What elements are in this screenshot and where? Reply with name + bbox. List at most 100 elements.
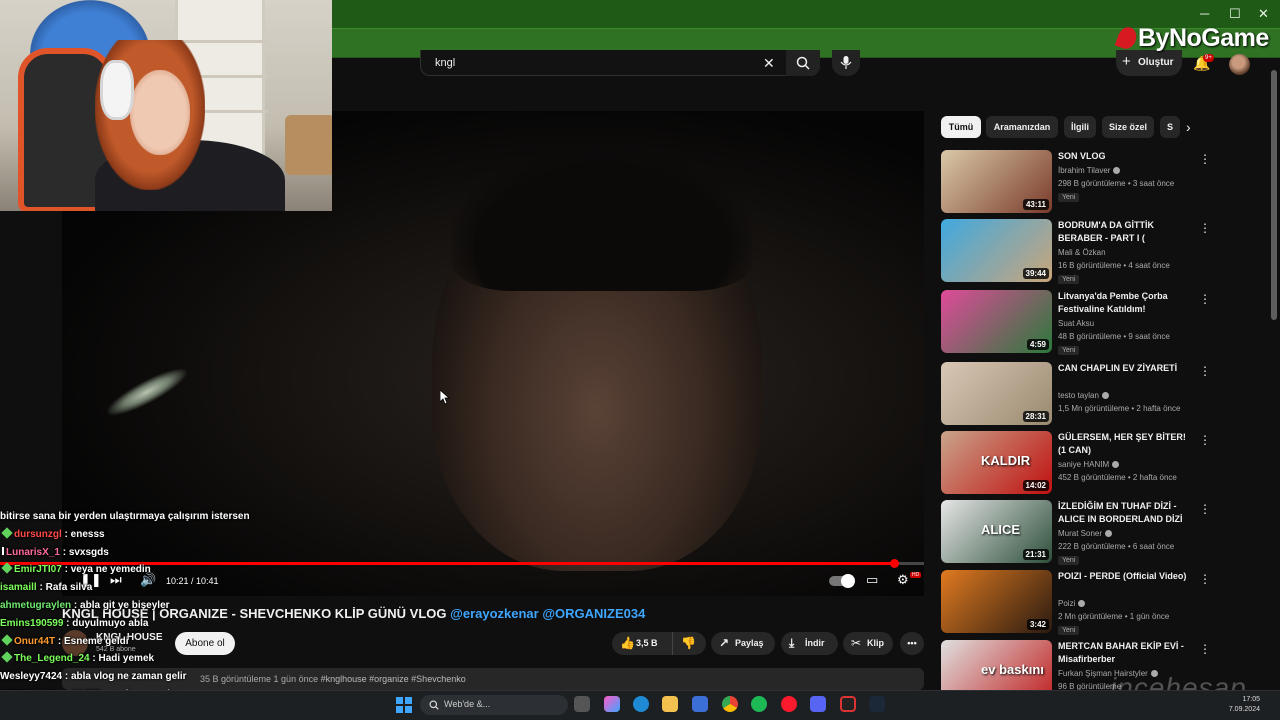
recommended-video-title[interactable]: Litvanya'da Pembe Çorba Festivaline Katı… — [1058, 290, 1190, 316]
recommended-video-channel[interactable]: İbrahim Tilaver — [1058, 166, 1121, 175]
windows-start-icon[interactable] — [396, 697, 412, 713]
copilot-icon[interactable] — [604, 696, 620, 712]
taskbar-clock[interactable]: 17:05 7.09.2024 — [1216, 695, 1260, 715]
chat-username: The_Legend_24 — [14, 653, 90, 665]
chat-username: LunarisX_1 — [6, 546, 60, 558]
recommended-video-channel[interactable]: Suat Aksu — [1058, 319, 1094, 328]
recommended-video[interactable]: ALICE 21:31 İZLEDİĞİM EN TUHAF DİZİ - ALIC… — [941, 500, 1241, 565]
recommended-video-meta: 1,5 Mn görüntüleme • 2 hafta önce — [1058, 404, 1181, 413]
task-view-icon[interactable] — [574, 696, 590, 712]
recommended-video-channel[interactable]: Mali & Özkan — [1058, 248, 1106, 257]
video-thumbnail[interactable]: ALICE 21:31 — [941, 500, 1052, 563]
edge-icon[interactable] — [633, 696, 649, 712]
opera-icon[interactable] — [781, 696, 797, 712]
verified-check-icon — [1112, 461, 1120, 468]
channel-name-text: testo taylan — [1058, 391, 1099, 400]
chat-message: bitirse sana bir yerden ulaştırmaya çalı… — [0, 508, 420, 526]
more-vert-icon[interactable]: ⋮ — [1199, 642, 1211, 656]
recommended-video-title[interactable]: MERTCAN BAHAR EKİP EVİ - Misafirberber — [1058, 640, 1190, 666]
filter-chip[interactable]: Tümü — [941, 116, 981, 138]
video-thumbnail[interactable]: 3:42 — [941, 570, 1052, 633]
recommended-video-title[interactable]: SON VLOG — [1058, 150, 1190, 163]
spotify-icon[interactable] — [751, 696, 767, 712]
download-button[interactable]: ⤓ İndir — [781, 632, 838, 655]
recommended-video[interactable]: 28:31 CAN CHAPLIN EV ZİYARETİ testo taylan… — [941, 362, 1241, 426]
thumbs-up-icon: 👍 — [620, 636, 635, 650]
chat-text: Hadi yemek — [98, 653, 155, 665]
clear-search-icon[interactable]: ✕ — [763, 56, 775, 70]
channel-name-text: Poizi — [1058, 599, 1076, 608]
voice-search-button[interactable] — [832, 50, 860, 76]
chat-message: Onur44T : Esneme geldi — [0, 633, 420, 651]
dislike-button[interactable]: 👎 — [672, 632, 706, 655]
filter-chip[interactable]: S — [1160, 116, 1180, 138]
recommended-video[interactable]: KALDIR 14:02 GÜLERSEM, HER ŞEY BİTER! (1 C… — [941, 431, 1241, 495]
webcam-overlay — [0, 0, 332, 211]
more-icon: ••• — [907, 638, 917, 648]
recommended-video-channel[interactable]: Murat Soner — [1058, 529, 1113, 538]
video-title-mentions[interactable]: @erayozkenar @ORGANIZE034 — [450, 606, 645, 621]
channel-name-text: İbrahim Tilaver — [1058, 166, 1111, 175]
search-button[interactable] — [786, 50, 820, 76]
recommended-video-title[interactable]: GÜLERSEM, HER ŞEY BİTER! (1 CAN) — [1058, 431, 1190, 457]
share-button[interactable]: ↗ Paylaş — [711, 632, 775, 655]
video-thumbnail[interactable]: 28:31 — [941, 362, 1052, 425]
file-explorer-icon[interactable] — [662, 696, 678, 712]
store-icon[interactable] — [692, 696, 708, 712]
chat-username: dursunzgl — [14, 528, 62, 540]
verified-check-icon — [1105, 530, 1113, 537]
scrollbar-thumb[interactable] — [1271, 70, 1277, 320]
recommended-video-meta: 298 B görüntüleme • 3 saat önce — [1058, 179, 1175, 188]
recommended-video-channel[interactable]: saniye HANIM — [1058, 460, 1120, 469]
search-input[interactable] — [420, 50, 820, 76]
chevron-right-icon[interactable]: › — [1186, 119, 1191, 135]
channel-name-text: Suat Aksu — [1058, 319, 1095, 328]
recommended-video-title[interactable]: İZLEDİĞİM EN TUHAF DİZİ - ALICE IN BORDE… — [1058, 500, 1190, 527]
video-duration: 39:44 — [1022, 268, 1049, 279]
video-thumbnail[interactable]: KALDIR 14:02 — [941, 431, 1052, 494]
close-icon[interactable]: ✕ — [1258, 6, 1269, 22]
account-avatar[interactable] — [1229, 54, 1250, 75]
clip-button[interactable]: ✂ Klip — [843, 632, 893, 655]
more-actions-button[interactable]: ••• — [900, 632, 924, 655]
discord-icon[interactable] — [810, 696, 826, 712]
scrollbar[interactable] — [1271, 62, 1277, 682]
recommended-video-channel[interactable]: testo taylan — [1058, 391, 1109, 400]
more-vert-icon[interactable]: ⋮ — [1199, 502, 1211, 516]
video-thumbnail[interactable]: 43:11 — [941, 150, 1052, 213]
recommended-video-title[interactable]: BODRUM'A DA GİTTİK BERABER - PART I ( @u… — [1058, 219, 1190, 246]
chat-message: LunarisX_1 : svxsgds — [0, 544, 420, 562]
maximize-icon[interactable]: ☐ — [1229, 6, 1241, 22]
more-vert-icon[interactable]: ⋮ — [1199, 152, 1211, 166]
more-vert-icon[interactable]: ⋮ — [1199, 572, 1211, 586]
more-vert-icon[interactable]: ⋮ — [1199, 433, 1211, 447]
chat-username: isamaill — [0, 582, 37, 594]
thumbnail-text: ev baskını — [981, 662, 1044, 677]
recommended-video-channel[interactable]: Poizi — [1058, 599, 1086, 608]
recommended-video-title[interactable]: CAN CHAPLIN EV ZİYARETİ — [1058, 362, 1190, 375]
steam-icon[interactable] — [869, 696, 885, 712]
autoplay-toggle[interactable] — [829, 574, 855, 588]
video-thumbnail[interactable]: 4:59 — [941, 290, 1052, 353]
filter-chip[interactable]: İlgili — [1064, 116, 1096, 138]
obs-icon[interactable] — [840, 696, 856, 712]
recommended-video-title[interactable]: POIZI - PERDE (Official Video) — [1058, 570, 1190, 583]
recommended-video[interactable]: 4:59 Litvanya'da Pembe Çorba Festivaline … — [941, 290, 1241, 355]
recommended-video[interactable]: 3:42 POIZI - PERDE (Official Video) Poizi 2… — [941, 570, 1241, 635]
settings-gear-icon[interactable]: ⚙ — [897, 572, 909, 588]
chrome-icon[interactable] — [722, 696, 738, 712]
scissors-icon: ✂ — [851, 636, 862, 650]
minimize-icon[interactable]: ─ — [1200, 6, 1209, 21]
recommended-video[interactable]: 43:11 SON VLOG İbrahim Tilaver 298 B görünt… — [941, 150, 1241, 214]
filter-chip[interactable]: Size özel — [1102, 116, 1154, 138]
more-vert-icon[interactable]: ⋮ — [1199, 364, 1211, 378]
recommended-video[interactable]: 39:44 BODRUM'A DA GİTTİK BERABER - PART I… — [941, 219, 1241, 284]
recommended-video-meta: 2 Mn görüntüleme • 1 gün önce — [1058, 612, 1170, 621]
filter-chip[interactable]: Aramanızdan — [986, 116, 1058, 138]
more-vert-icon[interactable]: ⋮ — [1199, 221, 1211, 235]
more-vert-icon[interactable]: ⋮ — [1199, 292, 1211, 306]
video-thumbnail[interactable]: 39:44 — [941, 219, 1052, 282]
subtitles-icon[interactable]: ▭ — [866, 572, 878, 588]
taskbar-search-input[interactable]: Web'de &... — [420, 695, 568, 715]
like-count: 3,5 B — [636, 638, 658, 648]
